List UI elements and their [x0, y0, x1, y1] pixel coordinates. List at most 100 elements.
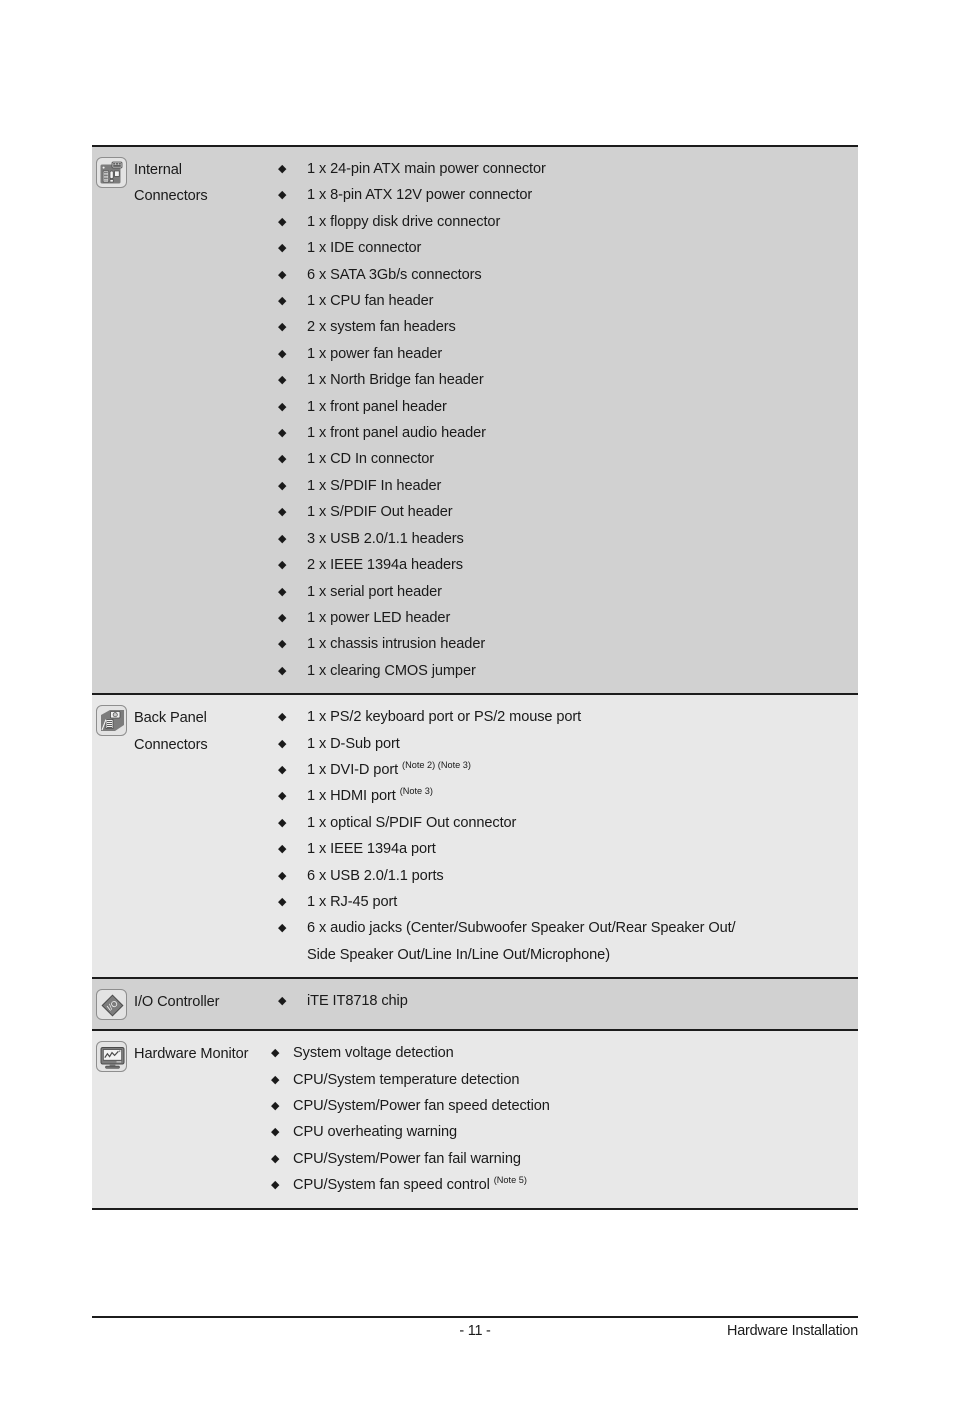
spec-item-main-text: 1 x North Bridge fan header [307, 372, 484, 389]
diamond-bullet-icon: ◆ [271, 1179, 280, 1192]
spec-item-text: System voltage detection [293, 1040, 858, 1066]
spec-item: ◆ 6 x audio jacks (Center/Subwoofer Speak… [277, 915, 858, 941]
diamond-bullet-icon: ◆ [278, 664, 287, 677]
spec-item-text: 1 x CPU fan header [307, 288, 858, 314]
footnote-marker: (Note 3) [399, 786, 433, 797]
spec-item-main-text: 1 x IDE connector [307, 240, 422, 257]
spec-item: ◆ System voltage detection [270, 1040, 858, 1066]
spec-item-main-text: 1 x power fan header [307, 345, 443, 362]
spec-item: ◆ 3 x USB 2.0/1.1 headers [277, 526, 858, 552]
spec-item: ◆ 2 x system fan headers [277, 314, 858, 340]
spec-category-name: Internal Connectors [134, 162, 208, 205]
spec-item-text: 1 x power fan header [307, 341, 858, 367]
spec-row: Back Panel Connectors ◆ 1 x PS/2 keyboard … [92, 695, 858, 980]
spec-item: ◆ 1 x front panel header [277, 394, 858, 420]
spec-item-main-text: 1 x PS/2 keyboard port or PS/2 mouse por… [307, 709, 582, 726]
spec-item-main-text: 1 x serial port header [307, 583, 442, 600]
spec-item-main-text: CPU overheating warning [293, 1124, 457, 1141]
diamond-bullet-icon: ◆ [278, 400, 287, 413]
diamond-bullet-icon: ◆ [278, 737, 287, 750]
spec-item-main-text: 2 x system fan headers [307, 319, 456, 336]
hardware-monitor-icon [96, 1041, 127, 1073]
spec-item-main-text: Side Speaker Out/Line In/Line Out/Microp… [307, 946, 610, 963]
spec-item: ◆ 1 x 8-pin ATX 12V power connector [277, 182, 858, 208]
spec-item-text: 6 x USB 2.0/1.1 ports [307, 863, 858, 889]
spec-item: ◆ 1 x serial port header [277, 579, 858, 605]
spec-item-main-text: CPU/System/Power fan speed detection [293, 1098, 550, 1114]
diamond-bullet-icon: ◆ [278, 922, 287, 935]
spec-item-text: Side Speaker Out/Line In/Line Out/Microp… [307, 942, 858, 968]
diamond-bullet-icon: ◆ [278, 163, 287, 175]
spec-item: ◆ CPU/System/Power fan fail warning [270, 1146, 858, 1172]
motherboard-icon [96, 157, 127, 188]
spec-item-main-text: 1 x optical S/PDIF Out connector [307, 814, 517, 831]
spec-item-text: iTE IT8718 chip [307, 988, 858, 1014]
spec-item-text: 1 x chassis intrusion header [307, 631, 858, 657]
spec-item-text: 2 x IEEE 1394a headers [307, 552, 858, 578]
spec-item-main-text: 3 x USB 2.0/1.1 headers [307, 530, 464, 547]
spec-item-main-text: 1 x CD In connector [307, 451, 435, 468]
diamond-bullet-icon: ◆ [278, 506, 287, 519]
spec-item: ◆ 1 x floppy disk drive connector [277, 209, 858, 235]
spec-item-list: ◆ 1 x 24-pin ATX main power connector ◆ 1 x… [277, 147, 858, 693]
spec-item: ◆ 2 x IEEE 1394a headers [277, 552, 858, 578]
spec-item-text: 1 x DVI-D port (Note 2) (Note 3) [307, 757, 858, 783]
spec-row-label: Internal Connectors [92, 147, 277, 693]
spec-item: ◆ 1 x IEEE 1394a port [277, 836, 858, 862]
spec-item-main-text: 1 x power LED header [307, 609, 451, 626]
diamond-bullet-icon: ◆ [278, 295, 287, 308]
spec-row-label: I/O I/O Controller [92, 979, 277, 1029]
spec-item-main-text: 1 x chassis intrusion header [307, 636, 486, 653]
spec-item: ◆ 1 x S/PDIF In header [277, 473, 858, 499]
diamond-bullet-icon: ◆ [278, 532, 287, 545]
spec-item-main-text: iTE IT8718 chip [307, 993, 408, 1010]
diamond-bullet-icon: ◆ [278, 790, 287, 803]
diamond-bullet-icon: ◆ [278, 763, 287, 776]
diamond-bullet-icon: ◆ [278, 427, 287, 440]
diamond-bullet-icon: ◆ [278, 611, 287, 624]
spec-item-text: 1 x S/PDIF In header [307, 473, 858, 499]
spec-row: Internal Connectors ◆ 1 x 24-pin ATX main … [92, 147, 858, 696]
diamond-bullet-icon: ◆ [278, 374, 287, 387]
diamond-bullet-icon: ◆ [278, 638, 287, 651]
spec-item-text: 1 x optical S/PDIF Out connector [307, 810, 858, 836]
spec-item-text: 1 x HDMI port (Note 3) [307, 783, 858, 809]
back-panel-icon [96, 705, 127, 737]
spec-item-text: 1 x PS/2 keyboard port or PS/2 mouse por… [307, 704, 858, 730]
diamond-bullet-icon: ◆ [278, 711, 287, 724]
spec-item: ◆ CPU overheating warning [270, 1119, 858, 1145]
spec-item: ◆ 1 x clearing CMOS jumper [277, 658, 858, 684]
spec-item: ◆ CPU/System temperature detection [270, 1067, 858, 1093]
spec-category-name: I/O Controller [134, 994, 220, 1011]
spec-item: ◆ 1 x DVI-D port (Note 2) (Note 3) [277, 757, 858, 783]
spec-item-text: 1 x IEEE 1394a port [307, 836, 858, 862]
spec-item-text: 1 x serial port header [307, 579, 858, 605]
spec-item-text: 1 x 8-pin ATX 12V power connector [307, 182, 858, 208]
spec-item-main-text: 1 x S/PDIF Out header [307, 504, 453, 521]
spec-item-text: 1 x 24-pin ATX main power connector [307, 156, 858, 182]
spec-item-list: ◆ iTE IT8718 chip [277, 979, 858, 1029]
spec-item-text: 3 x USB 2.0/1.1 headers [307, 526, 858, 552]
spec-item-main-text: 2 x IEEE 1394a headers [307, 557, 464, 574]
spec-item: ◆ 1 x North Bridge fan header [277, 367, 858, 393]
spec-item-main-text: 1 x 24-pin ATX main power connector [307, 161, 546, 177]
spec-item-text: 1 x CD In connector [307, 446, 858, 472]
spec-category-name: Back Panel Connectors [134, 710, 208, 753]
spec-item: ◆ 1 x PS/2 keyboard port or PS/2 mouse po… [277, 704, 858, 730]
spec-item: ◆ iTE IT8718 chip [277, 988, 858, 1014]
diamond-bullet-icon: ◆ [278, 895, 287, 908]
diamond-bullet-icon: ◆ [271, 1073, 280, 1086]
diamond-bullet-icon: ◆ [278, 585, 287, 598]
spec-item-text: CPU/System/Power fan fail warning [293, 1146, 858, 1172]
spec-item-main-text: 1 x front panel audio header [307, 425, 486, 442]
spec-item: ◆ CPU/System fan speed control (Note 5) [270, 1172, 858, 1198]
spec-item-main-text: System voltage detection [293, 1045, 454, 1062]
spec-item: ◆ 6 x SATA 3Gb/s connectors [277, 262, 858, 288]
spec-item: ◆Side Speaker Out/Line In/Line Out/Micro… [277, 942, 858, 968]
spec-row: I/O I/O Controller ◆ iTE IT8718 chip [92, 979, 858, 1032]
spec-item-text: 1 x IDE connector [307, 235, 858, 261]
spec-item-text: 1 x clearing CMOS jumper [307, 658, 858, 684]
spec-item-main-text: 1 x RJ-45 port [307, 893, 398, 910]
specifications-table: Internal Connectors ◆ 1 x 24-pin ATX main … [92, 145, 858, 1210]
diamond-bullet-icon: ◆ [278, 479, 287, 492]
